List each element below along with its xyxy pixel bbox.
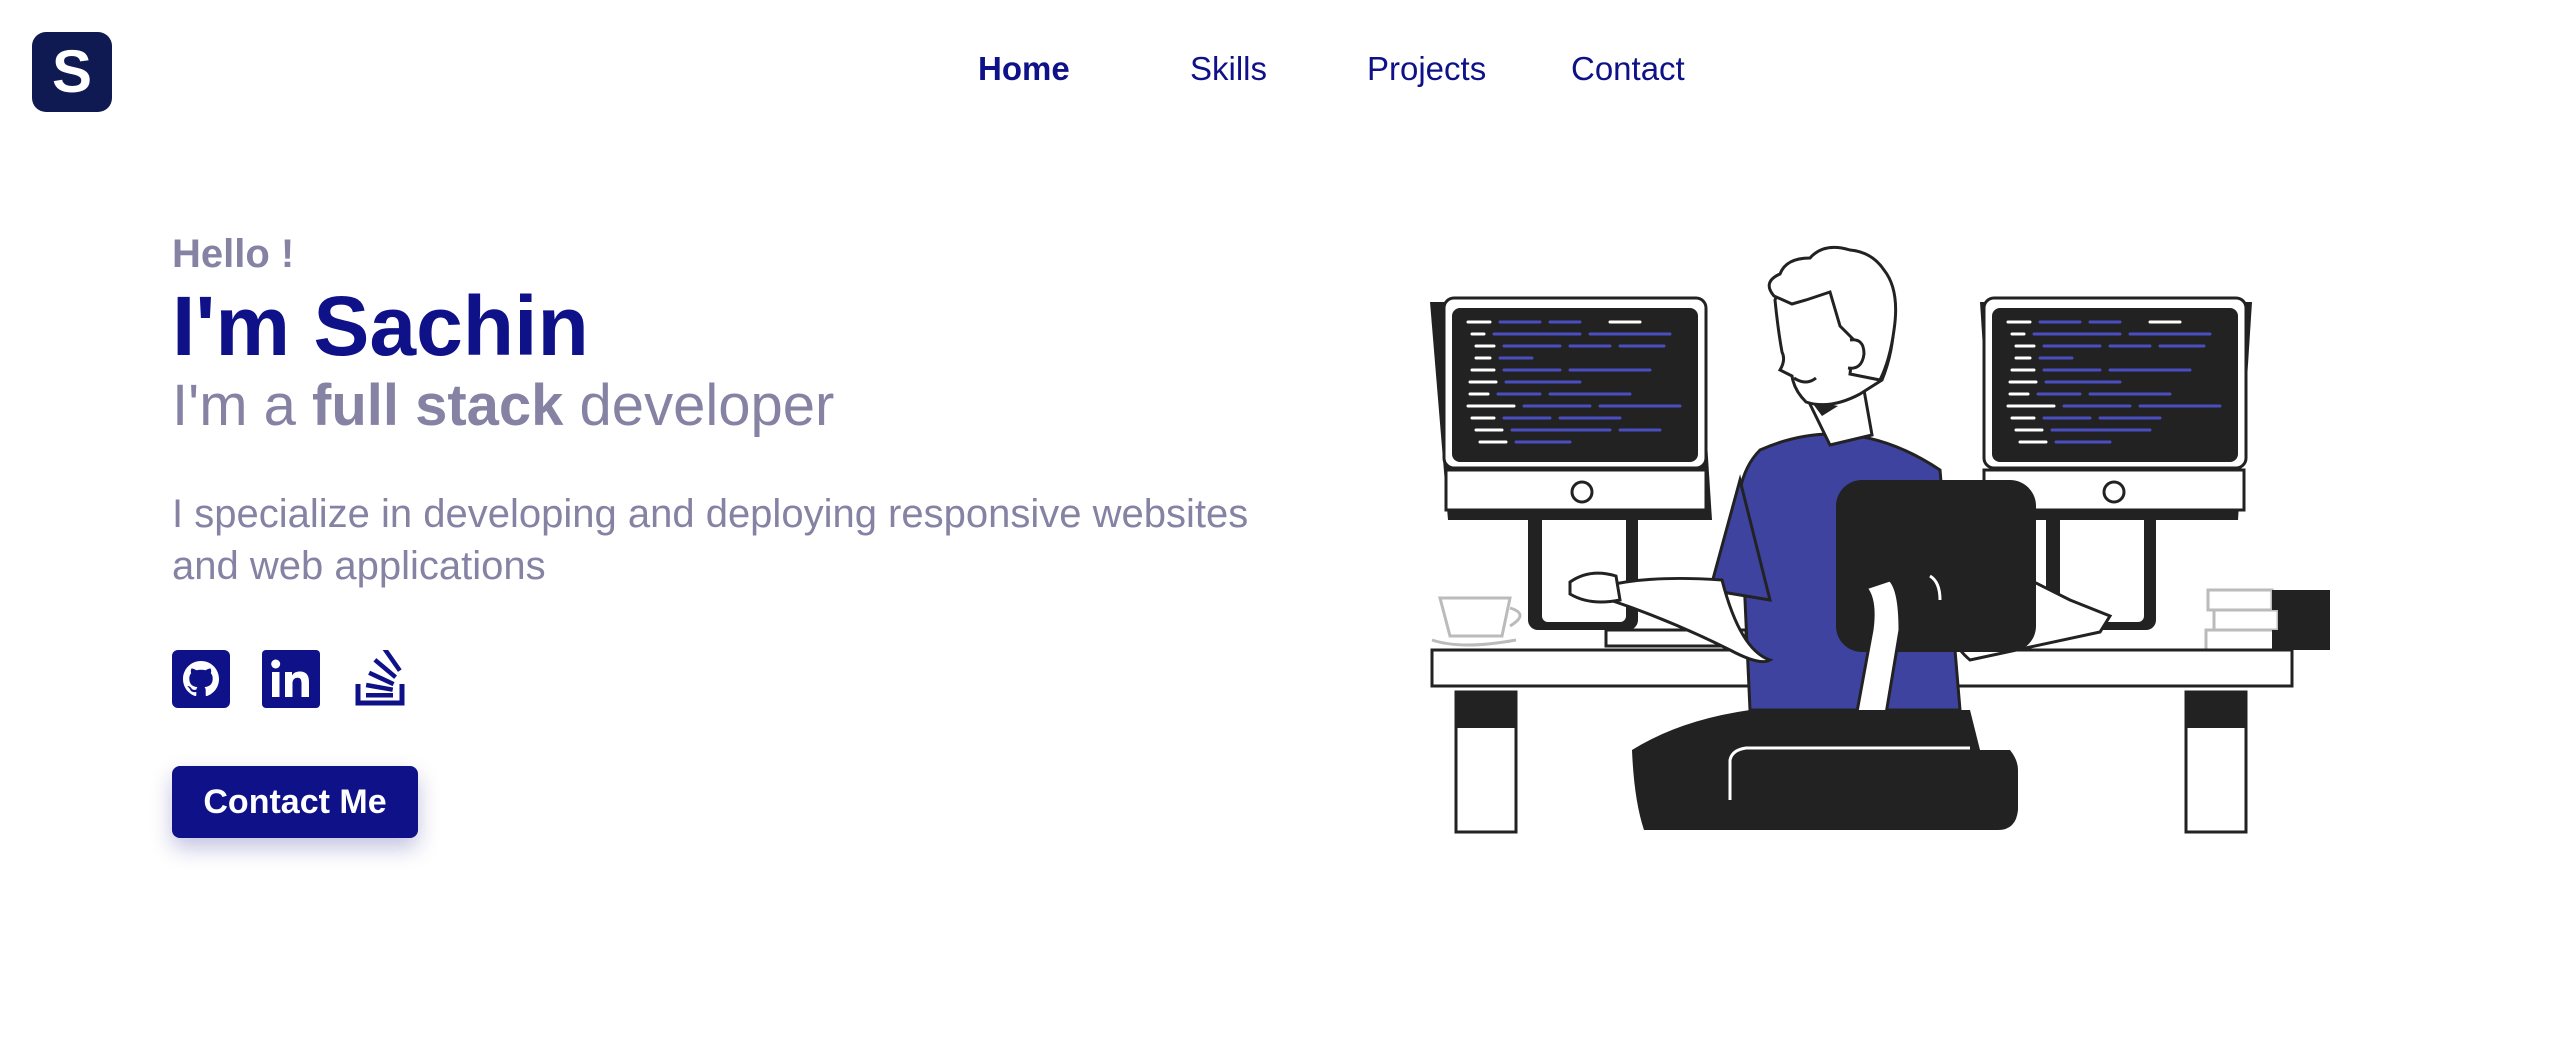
hero-section: Hello ! I'm Sachin I'm a full stack deve…: [172, 230, 1292, 592]
role-prefix: I'm a: [172, 373, 312, 438]
nav-home-link[interactable]: Home: [978, 50, 1070, 88]
contact-me-button[interactable]: Contact Me: [172, 766, 418, 838]
hero-greeting: Hello !: [172, 232, 295, 276]
main-nav: Home Skills Projects Contact: [0, 50, 2560, 94]
hero-name: I'm Sachin: [172, 279, 589, 373]
hero-role: I'm a full stack developer: [172, 374, 1292, 438]
social-links: [172, 650, 410, 708]
nav-contact-link[interactable]: Contact: [1571, 50, 1685, 88]
developer-illustration: [1410, 230, 2342, 840]
role-highlight: full stack: [312, 373, 564, 438]
nav-projects-link[interactable]: Projects: [1367, 50, 1486, 88]
github-icon[interactable]: [172, 650, 230, 708]
hero-description: I specialize in developing and deploying…: [172, 492, 1249, 588]
role-suffix: developer: [563, 373, 835, 438]
nav-skills-link[interactable]: Skills: [1190, 50, 1267, 88]
stackoverflow-icon[interactable]: [352, 650, 410, 708]
linkedin-icon[interactable]: [262, 650, 320, 708]
